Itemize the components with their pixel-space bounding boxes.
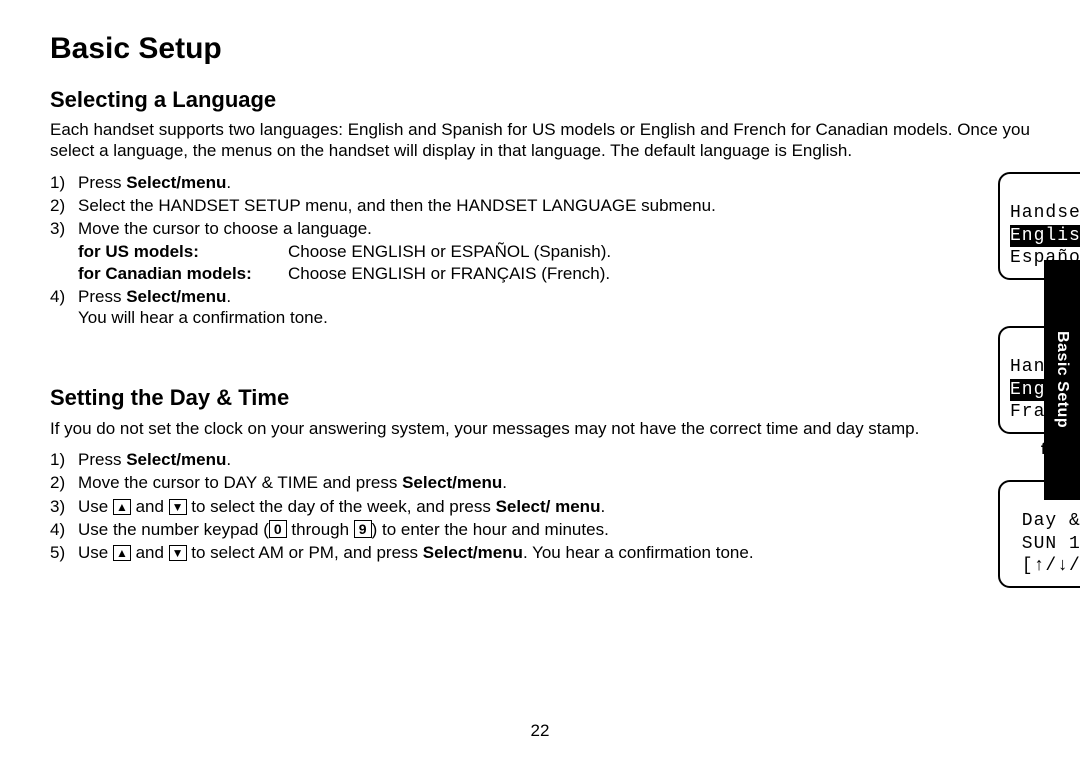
section-heading-daytime: Setting the Day & Time — [50, 384, 970, 412]
dt-step-4: Use the number keypad (0 through 9) to e… — [50, 519, 970, 540]
up-arrow-icon: ▲ — [113, 545, 131, 561]
dt-step-2: Move the cursor to DAY & TIME and press … — [50, 472, 970, 493]
down-arrow-icon: ▼ — [169, 499, 187, 515]
step-1: Press Select/menu. — [50, 172, 970, 193]
side-tab: Basic Setup — [1044, 260, 1080, 500]
down-arrow-icon: ▼ — [169, 545, 187, 561]
page-number: 22 — [0, 720, 1080, 741]
key-0: 0 — [269, 520, 287, 538]
dt-step-1: Press Select/menu. — [50, 449, 970, 470]
page-title: Basic Setup — [50, 30, 1030, 68]
section-intro-language: Each handset supports two languages: Eng… — [50, 119, 1030, 162]
dt-step-3: Use ▲ and ▼ to select the day of the wee… — [50, 496, 970, 517]
up-arrow-icon: ▲ — [113, 499, 131, 515]
key-9: 9 — [354, 520, 372, 538]
daytime-steps: Press Select/menu. Move the cursor to DA… — [50, 449, 970, 563]
step-3: Move the cursor to choose a language. fo… — [50, 218, 970, 284]
dt-step-5: Use ▲ and ▼ to select AM or PM, and pres… — [50, 542, 970, 563]
step-4: Press Select/menu. You will hear a confi… — [50, 286, 970, 329]
section-heading-language: Selecting a Language — [50, 86, 1030, 114]
step-2: Select the HANDSET SETUP menu, and then … — [50, 195, 970, 216]
section-intro-daytime: If you do not set the clock on your answ… — [50, 418, 970, 439]
language-steps: Press Select/menu. Select the HANDSET SE… — [50, 172, 970, 329]
